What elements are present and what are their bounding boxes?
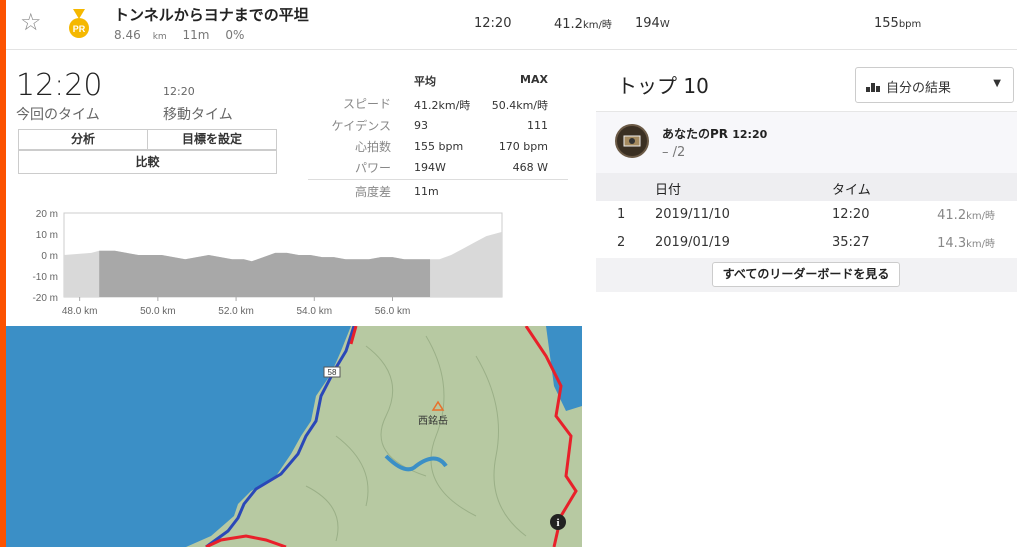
stat-label: スピード: [342, 97, 391, 111]
segment-elevation: 11m: [182, 28, 210, 42]
stat-max: 170 bpm: [498, 140, 548, 153]
effort-time: 12:20: [16, 68, 103, 103]
stat-avg: 41.2km/時: [414, 99, 471, 112]
x-tick-label: 56.0 km: [375, 306, 411, 317]
stat-label: パワー: [354, 161, 391, 175]
y-tick-label: 0 m: [41, 251, 58, 262]
x-tick-label: 48.0 km: [62, 306, 98, 317]
moving-time: 12:20: [163, 85, 195, 98]
set-goal-button[interactable]: 目標を設定: [147, 129, 277, 150]
y-tick-label: -20 m: [32, 293, 58, 304]
segment-distance: 8.46 km: [114, 28, 167, 42]
stat-avg: 11m: [414, 185, 439, 198]
svg-text:i: i: [556, 517, 559, 529]
road-shield-label: 58: [328, 368, 337, 377]
row-time: 12:20: [474, 16, 512, 31]
y-tick-label: -10 m: [32, 272, 58, 283]
bar-chart-icon: [866, 83, 880, 92]
stat-max: 111: [527, 119, 548, 132]
col-time: タイム: [832, 183, 871, 198]
x-tick-label: 54.0 km: [296, 306, 332, 317]
elevation-chart[interactable]: 20 m 10 m 0 m -10 m -20 m 48.0 km 50.0 km 52.0 …: [22, 205, 512, 320]
top10-title: トップ 10: [617, 74, 709, 98]
analysis-button[interactable]: 分析: [18, 129, 148, 150]
segment-row[interactable]: ☆ PR トンネルからヨナまでの平坦 8.46 km 11m 0% 12:20 4…: [6, 0, 1017, 50]
table-row[interactable]: 1 2019/11/10 12:20 41.2km/時: [596, 201, 1017, 229]
leaderboard-footer: すべてのリーダーボードを見る: [596, 258, 1017, 292]
view-all-leaderboards-button[interactable]: すべてのリーダーボードを見る: [712, 262, 900, 287]
row-speed: 41.2km/時: [554, 17, 612, 32]
pr-medal-icon: PR: [69, 9, 89, 38]
stat-label: ケイデンス: [331, 119, 391, 133]
route-map[interactable]: 58 西銘岳 i: [6, 326, 582, 547]
results-filter-dropdown[interactable]: 自分の結果 ▼: [855, 67, 1014, 103]
segment-stats: 8.46 km 11m 0%: [114, 28, 256, 42]
x-tick-label: 50.0 km: [140, 306, 176, 317]
dropdown-label: 自分の結果: [886, 81, 952, 96]
leaderboard-header: 日付 タイム: [596, 173, 1017, 201]
peak-label: 西銘岳: [418, 414, 448, 427]
compare-button[interactable]: 比較: [18, 150, 277, 174]
stat-max: 468 W: [512, 161, 548, 174]
x-tick-label: 52.0 km: [218, 306, 254, 317]
stat-max: 50.4km/時: [491, 99, 548, 112]
table-row[interactable]: 2 2019/01/19 35:27 14.3km/時: [596, 229, 1017, 257]
pr-title: あなたのPR 12:20: [662, 127, 768, 141]
col-date: 日付: [655, 183, 682, 198]
y-tick-label: 10 m: [36, 230, 58, 241]
stats-divider: [308, 179, 568, 180]
row-heart-rate: 155bpm: [874, 16, 922, 31]
stat-avg: 155 bpm: [414, 140, 464, 153]
stat-label: 高度差: [354, 185, 391, 199]
stat-label: 心拍数: [354, 140, 391, 154]
segment-grade: 0%: [225, 28, 245, 42]
y-tick-label: 20 m: [36, 209, 58, 220]
personal-record-box: あなたのPR 12:20 – /2: [596, 111, 1017, 173]
row-power: 194W: [635, 16, 670, 31]
avg-header: 平均: [414, 75, 436, 88]
pr-rank: – /2: [662, 145, 686, 160]
moving-time-label: 移動タイム: [163, 107, 233, 123]
star-outline-icon[interactable]: ☆: [20, 10, 42, 34]
max-header: MAX: [520, 73, 548, 86]
segment-elevation-area: [99, 250, 431, 297]
medal-label: PR: [73, 24, 86, 34]
segment-name[interactable]: トンネルからヨナまでの平坦: [114, 4, 309, 25]
avatar[interactable]: [615, 124, 649, 158]
stat-avg: 194W: [414, 161, 446, 174]
stat-avg: 93: [414, 119, 428, 132]
effort-time-label: 今回のタイム: [16, 107, 100, 123]
map-canvas[interactable]: 58 西銘岳 i: [6, 326, 582, 547]
caret-down-icon: ▼: [993, 78, 1001, 89]
